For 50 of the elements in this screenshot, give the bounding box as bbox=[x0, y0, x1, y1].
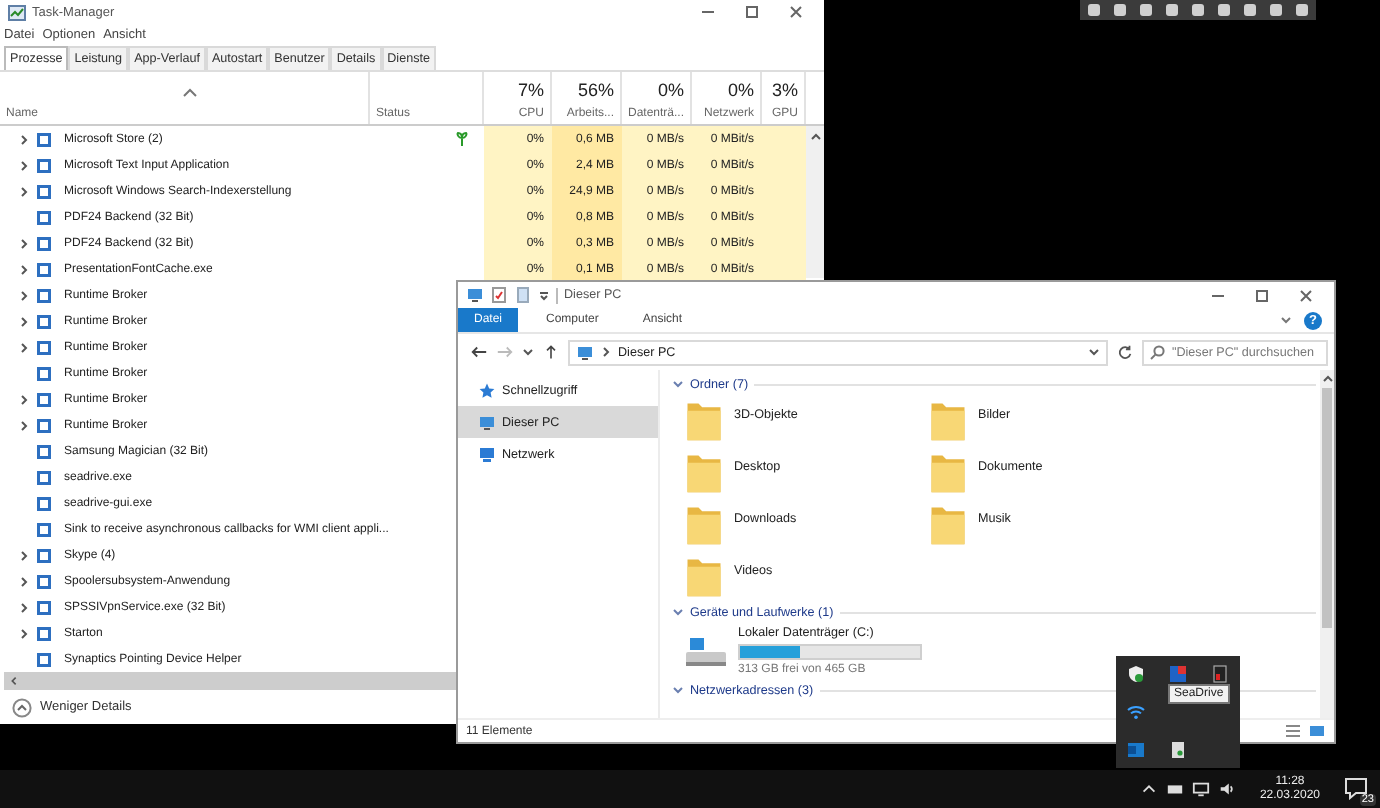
maximize-icon[interactable] bbox=[1252, 285, 1272, 305]
properties-icon[interactable] bbox=[490, 286, 508, 304]
chevron-icon[interactable] bbox=[18, 185, 30, 197]
refresh-icon[interactable] bbox=[1116, 343, 1134, 361]
close-icon[interactable] bbox=[786, 2, 806, 22]
chevron-icon[interactable] bbox=[18, 133, 30, 145]
computer-icon bbox=[478, 413, 496, 431]
chevron-icon[interactable] bbox=[1280, 314, 1292, 326]
chevron-icon[interactable] bbox=[18, 237, 30, 249]
chevron-icon[interactable] bbox=[18, 263, 30, 275]
scrollbar[interactable] bbox=[4, 672, 456, 690]
app-icon[interactable] bbox=[1209, 664, 1230, 685]
chevron-icon[interactable] bbox=[18, 549, 30, 561]
scrollbar[interactable] bbox=[1320, 370, 1334, 718]
mail-icon[interactable] bbox=[1126, 739, 1147, 760]
maximize-icon[interactable] bbox=[742, 2, 762, 22]
chevron-icon[interactable] bbox=[18, 315, 30, 327]
app-icon[interactable] bbox=[1167, 664, 1188, 685]
task-manager-icon bbox=[8, 3, 26, 21]
chevron-icon[interactable] bbox=[18, 575, 30, 587]
chevron-icon[interactable] bbox=[18, 341, 30, 353]
star-icon bbox=[478, 381, 496, 399]
scrollbar[interactable] bbox=[806, 126, 824, 278]
back-icon[interactable] bbox=[470, 344, 488, 360]
speaker-icon[interactable] bbox=[1217, 780, 1236, 798]
dropdown-icon[interactable] bbox=[1088, 346, 1100, 358]
caret-up-icon[interactable] bbox=[1139, 780, 1158, 798]
chevron-icon bbox=[600, 346, 612, 358]
chevron-icon[interactable] bbox=[18, 419, 30, 431]
chevron-icon[interactable] bbox=[18, 601, 30, 613]
drive-icon[interactable] bbox=[1167, 739, 1188, 760]
chevron-icon[interactable] bbox=[18, 627, 30, 639]
caret-icon[interactable] bbox=[538, 289, 550, 301]
chevron-icon[interactable] bbox=[18, 393, 30, 405]
chevron-icon[interactable] bbox=[18, 159, 30, 171]
chevron-icon[interactable] bbox=[18, 289, 30, 301]
search-icon bbox=[1148, 343, 1166, 361]
wifi-icon[interactable] bbox=[1126, 701, 1147, 722]
collapse-icon bbox=[12, 697, 32, 717]
sort-caret-icon bbox=[182, 88, 198, 98]
computer-icon[interactable] bbox=[466, 286, 484, 304]
computer-icon bbox=[576, 343, 594, 361]
details-view-icon[interactable] bbox=[1284, 722, 1302, 740]
tiles-view-icon[interactable] bbox=[1308, 722, 1326, 740]
network-icon bbox=[478, 445, 496, 463]
up-icon[interactable] bbox=[542, 344, 560, 360]
caret-icon[interactable] bbox=[522, 346, 534, 358]
close-icon[interactable] bbox=[1296, 285, 1316, 305]
monitor-icon[interactable] bbox=[1191, 780, 1210, 798]
shield-icon[interactable] bbox=[1126, 664, 1147, 685]
